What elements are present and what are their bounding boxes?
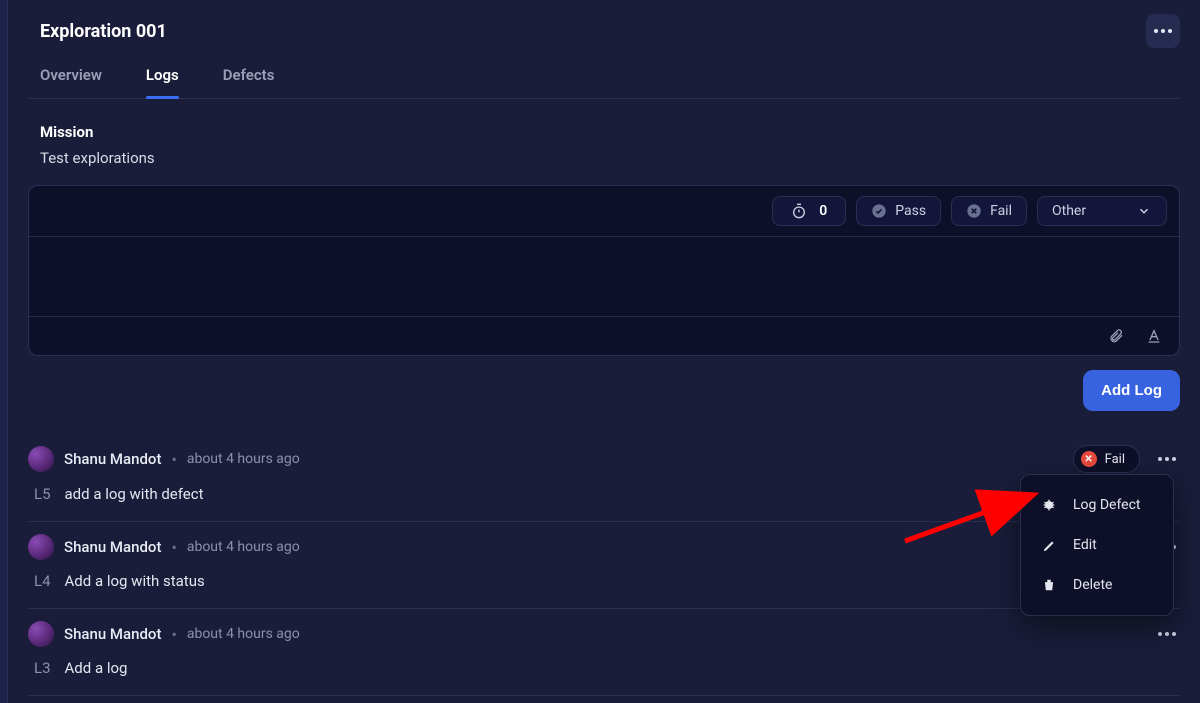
category-select[interactable]: Other: [1037, 196, 1167, 226]
separator-dot: •: [171, 625, 176, 644]
trash-icon: [1041, 577, 1057, 593]
chevron-down-icon: [1136, 203, 1152, 219]
separator-dot: •: [171, 538, 176, 557]
tab-defects[interactable]: Defects: [223, 66, 275, 98]
log-text: Add a log: [65, 659, 128, 677]
log-id: L3: [34, 659, 51, 677]
log-header: Shanu Mandot • about 4 hours ago ✕ Fail: [28, 445, 1180, 473]
text-format-button[interactable]: [1145, 327, 1163, 345]
mission-section: Mission Test explorations: [28, 99, 1180, 167]
pass-label: Pass: [895, 203, 926, 219]
stopwatch-icon: [791, 203, 807, 219]
menu-label: Delete: [1073, 577, 1112, 593]
logs-list: Shanu Mandot • about 4 hours ago ✕ Fail …: [28, 433, 1180, 696]
log-composer: 0 Pass Fail Other: [28, 185, 1180, 356]
timer-value: 0: [819, 203, 827, 219]
page-header: Exploration 001: [28, 0, 1180, 66]
avatar: [28, 534, 54, 560]
more-icon: [1158, 457, 1176, 461]
log-entry: Shanu Mandot • about 4 hours ago L4 Add …: [28, 522, 1180, 609]
page-title: Exploration 001: [40, 21, 167, 42]
log-author: Shanu Mandot: [64, 625, 161, 643]
log-header: Shanu Mandot • about 4 hours ago: [28, 621, 1180, 647]
composer-footer: [29, 317, 1179, 355]
avatar: [28, 621, 54, 647]
log-time: about 4 hours ago: [187, 626, 300, 642]
left-sidebar-edge: [0, 0, 8, 703]
select-value: Other: [1052, 203, 1086, 219]
menu-item-log-defect[interactable]: Log Defect: [1021, 485, 1173, 525]
menu-item-delete[interactable]: Delete: [1021, 565, 1173, 605]
fail-button[interactable]: Fail: [951, 196, 1027, 226]
timer-pill[interactable]: 0: [772, 196, 846, 226]
tabs-bar: Overview Logs Defects: [28, 66, 1180, 99]
pencil-icon: [1041, 537, 1057, 553]
fail-label: Fail: [990, 203, 1012, 219]
attachment-button[interactable]: [1107, 327, 1125, 345]
add-log-button[interactable]: Add Log: [1083, 370, 1180, 411]
log-body: L3 Add a log: [28, 659, 1180, 677]
log-time: about 4 hours ago: [187, 451, 300, 467]
log-entry: Shanu Mandot • about 4 hours ago L3 Add …: [28, 609, 1180, 696]
log-body: L4 Add a log with status: [28, 572, 1180, 590]
header-more-button[interactable]: [1146, 14, 1180, 48]
log-author: Shanu Mandot: [64, 538, 161, 556]
x-icon: ✕: [1081, 451, 1097, 467]
log-time: about 4 hours ago: [187, 539, 300, 555]
tab-overview[interactable]: Overview: [40, 66, 102, 98]
log-author: Shanu Mandot: [64, 450, 161, 468]
log-header: Shanu Mandot • about 4 hours ago: [28, 534, 1180, 560]
add-log-row: Add Log: [28, 370, 1180, 411]
mission-label: Mission: [40, 123, 1180, 141]
log-id: L4: [34, 572, 51, 590]
check-circle-icon: [871, 203, 887, 219]
avatar: [28, 446, 54, 472]
menu-label: Log Defect: [1073, 497, 1141, 513]
log-id: L5: [34, 485, 51, 503]
status-label: Fail: [1105, 452, 1125, 467]
more-icon: [1154, 29, 1172, 33]
log-more-button[interactable]: [1154, 453, 1180, 465]
composer-textarea[interactable]: [29, 237, 1179, 317]
more-icon: [1158, 632, 1176, 636]
status-badge-fail: ✕ Fail: [1073, 445, 1140, 473]
log-text: add a log with defect: [65, 485, 204, 503]
bug-icon: [1041, 497, 1057, 513]
log-text: Add a log with status: [65, 572, 205, 590]
log-context-menu: Log Defect Edit Delete: [1020, 474, 1174, 616]
menu-label: Edit: [1073, 537, 1097, 553]
mission-text: Test explorations: [40, 149, 1180, 167]
log-more-button[interactable]: [1154, 628, 1180, 640]
pass-button[interactable]: Pass: [856, 196, 941, 226]
x-circle-icon: [966, 203, 982, 219]
tab-logs[interactable]: Logs: [146, 66, 179, 98]
menu-item-edit[interactable]: Edit: [1021, 525, 1173, 565]
log-entry: Shanu Mandot • about 4 hours ago ✕ Fail …: [28, 433, 1180, 522]
composer-toolbar: 0 Pass Fail Other: [29, 186, 1179, 237]
log-body: L5 add a log with defect: [28, 485, 1180, 503]
separator-dot: •: [171, 450, 176, 469]
